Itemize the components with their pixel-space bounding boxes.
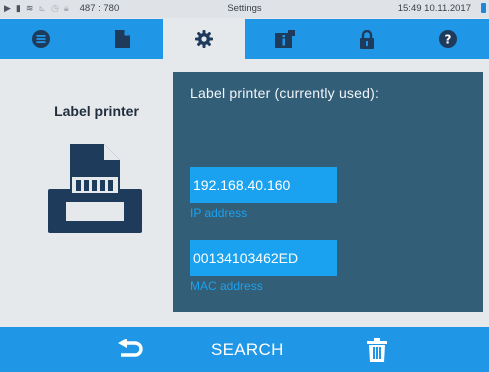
list-icon bbox=[31, 30, 50, 48]
delete-button[interactable] bbox=[367, 338, 387, 367]
lock-icon bbox=[359, 29, 374, 49]
status-time: 15:49 bbox=[397, 3, 422, 14]
status-datetime: 15:49 10.11.2017 bbox=[398, 3, 471, 14]
ip-address-label: IP address bbox=[190, 206, 248, 220]
mac-address-label: MAC address bbox=[190, 279, 263, 293]
page-title: Label printer bbox=[54, 103, 139, 119]
tab-settings[interactable] bbox=[163, 19, 245, 59]
search-button[interactable]: SEARCH bbox=[211, 340, 284, 360]
back-button[interactable] bbox=[118, 338, 144, 364]
left-pane: Label printer bbox=[0, 59, 173, 327]
tab-menu[interactable] bbox=[0, 19, 82, 59]
trash-icon bbox=[367, 338, 387, 362]
tab-documents[interactable] bbox=[82, 19, 164, 59]
help-icon: ? bbox=[439, 30, 458, 48]
document-icon bbox=[114, 30, 130, 48]
main-tab-bar: ? bbox=[0, 19, 489, 59]
battery-icon bbox=[481, 3, 486, 13]
mac-address-field[interactable]: 00134103462ED bbox=[190, 240, 337, 276]
ip-address-field[interactable]: 192.168.40.160 bbox=[190, 167, 337, 203]
panel-heading: Label printer (currently used): bbox=[190, 85, 380, 101]
printer-info-panel: Label printer (currently used): 192.168.… bbox=[173, 72, 483, 312]
info-book-icon bbox=[275, 30, 296, 48]
tab-lock[interactable] bbox=[326, 19, 408, 59]
status-date: 10.11.2017 bbox=[424, 3, 471, 14]
status-bar: ▶ ▮ ≋ ⊾ ◷ 🔒︎ 487 : 780 Settings 15:49 10… bbox=[0, 0, 489, 18]
tab-info[interactable] bbox=[245, 19, 327, 59]
svg-text:?: ? bbox=[445, 33, 452, 47]
gear-icon bbox=[194, 30, 213, 48]
back-arrow-icon bbox=[118, 338, 143, 357]
label-printer-icon bbox=[48, 144, 142, 233]
tab-help[interactable]: ? bbox=[408, 19, 489, 59]
bottom-action-bar: SEARCH bbox=[0, 327, 489, 372]
